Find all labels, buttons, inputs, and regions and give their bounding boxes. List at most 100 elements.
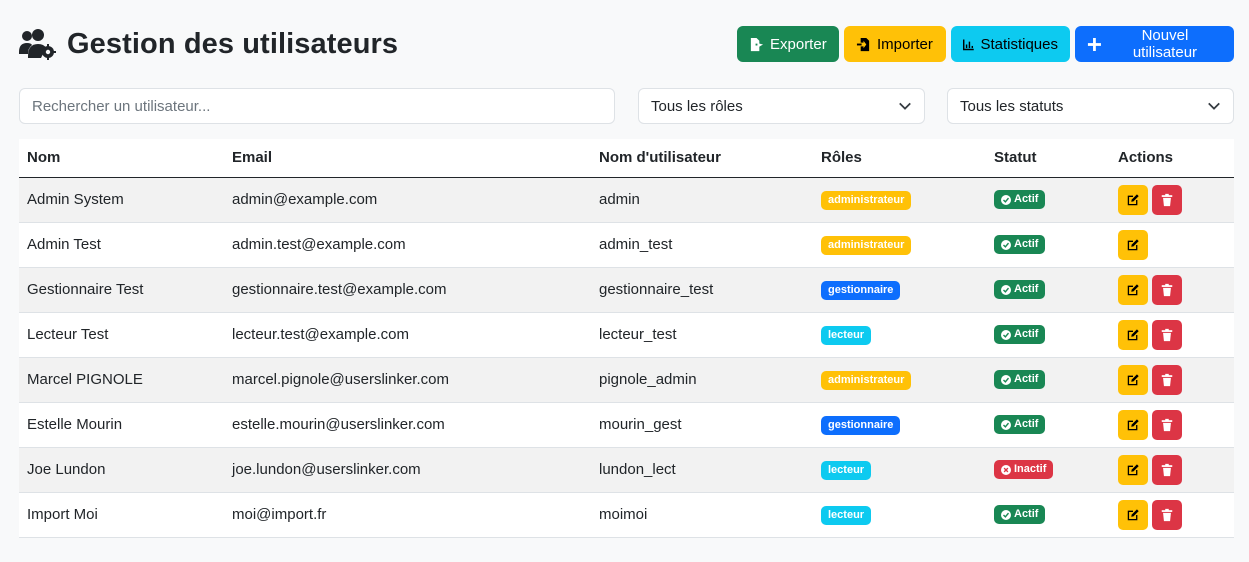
edit-user-button[interactable] bbox=[1118, 184, 1148, 215]
page-title: Gestion des utilisateurs bbox=[67, 27, 399, 60]
column-header-actions: Actions bbox=[1110, 139, 1234, 178]
statistics-label: Statistiques bbox=[980, 35, 1058, 53]
import-button[interactable]: Importer bbox=[844, 26, 946, 62]
chevron-down-icon bbox=[899, 102, 911, 110]
delete-user-button[interactable] bbox=[1152, 274, 1182, 305]
status-label: Actif bbox=[1014, 418, 1039, 430]
status-badge: Actif bbox=[994, 280, 1046, 299]
edit-user-button[interactable] bbox=[1118, 454, 1148, 485]
roles-select[interactable]: Tous les rôles bbox=[638, 88, 925, 124]
cell-nom: Admin System bbox=[19, 177, 224, 223]
row-actions bbox=[1118, 274, 1226, 305]
cell-email: marcel.pignole@userslinker.com bbox=[224, 357, 591, 403]
cell-actions bbox=[1110, 312, 1234, 358]
role-badge: lecteur bbox=[821, 460, 872, 480]
cell-status: Actif bbox=[986, 177, 1110, 223]
trash-icon bbox=[1161, 328, 1173, 341]
edit-user-button[interactable] bbox=[1118, 319, 1148, 350]
status-badge: Actif bbox=[994, 370, 1046, 389]
users-table-wrapper: Nom Email Nom d'utilisateur Rôles Statut… bbox=[19, 139, 1234, 538]
status-label: Actif bbox=[1014, 373, 1039, 385]
cell-status: Inactif bbox=[986, 447, 1110, 493]
status-badge: Actif bbox=[994, 190, 1046, 209]
roles-select-value: Tous les rôles bbox=[651, 97, 743, 115]
table-row: Estelle Mourin estelle.mourin@userslinker… bbox=[19, 402, 1234, 448]
cell-role: administrateur bbox=[813, 177, 986, 223]
status-select[interactable]: Tous les statuts bbox=[947, 88, 1234, 124]
cell-username: gestionnaire_test bbox=[591, 267, 813, 313]
users-table: Nom Email Nom d'utilisateur Rôles Statut… bbox=[19, 139, 1234, 538]
cell-email: admin@example.com bbox=[224, 177, 591, 223]
export-button[interactable]: Exporter bbox=[737, 26, 839, 62]
cell-nom: Lecteur Test bbox=[19, 312, 224, 358]
table-row: Admin System admin@example.com admin admini… bbox=[19, 177, 1234, 223]
cell-status: Actif bbox=[986, 267, 1110, 313]
cell-email: lecteur.test@example.com bbox=[224, 312, 591, 358]
statistics-button[interactable]: Statistiques bbox=[951, 26, 1070, 62]
cell-role: administrateur bbox=[813, 222, 986, 268]
x-circle-icon bbox=[1001, 464, 1011, 475]
edit-user-button[interactable] bbox=[1118, 409, 1148, 440]
role-badge: administrateur bbox=[821, 190, 912, 210]
trash-icon bbox=[1161, 508, 1173, 521]
cell-username: pignole_admin bbox=[591, 357, 813, 403]
cell-nom: Marcel PIGNOLE bbox=[19, 357, 224, 403]
cell-email: joe.lundon@userslinker.com bbox=[224, 447, 591, 493]
delete-user-button[interactable] bbox=[1152, 319, 1182, 350]
edit-user-button[interactable] bbox=[1118, 229, 1148, 260]
edit-user-button[interactable] bbox=[1118, 364, 1148, 395]
column-header-nom: Nom bbox=[19, 139, 224, 178]
check-circle-icon bbox=[1001, 239, 1011, 250]
cell-nom: Joe Lundon bbox=[19, 447, 224, 493]
cell-username: lundon_lect bbox=[591, 447, 813, 493]
trash-icon bbox=[1161, 373, 1173, 386]
trash-icon bbox=[1161, 283, 1173, 296]
trash-icon bbox=[1161, 193, 1173, 206]
row-actions bbox=[1118, 454, 1226, 485]
delete-user-button[interactable] bbox=[1152, 184, 1182, 215]
status-label: Actif bbox=[1014, 283, 1039, 295]
delete-user-button[interactable] bbox=[1152, 409, 1182, 440]
export-label: Exporter bbox=[770, 35, 827, 53]
delete-user-button[interactable] bbox=[1152, 499, 1182, 530]
edit-user-button[interactable] bbox=[1118, 274, 1148, 305]
row-actions bbox=[1118, 184, 1226, 215]
cell-nom: Gestionnaire Test bbox=[19, 267, 224, 313]
table-row: Joe Lundon joe.lundon@userslinker.com lund… bbox=[19, 447, 1234, 493]
delete-user-button[interactable] bbox=[1152, 454, 1182, 485]
cell-actions bbox=[1110, 402, 1234, 448]
role-badge: lecteur bbox=[821, 325, 872, 345]
cell-username: admin bbox=[591, 177, 813, 223]
check-circle-icon bbox=[1001, 419, 1011, 430]
import-label: Importer bbox=[877, 35, 933, 53]
row-actions bbox=[1118, 409, 1226, 440]
column-header-email: Email bbox=[224, 139, 591, 178]
file-export-icon bbox=[750, 37, 764, 51]
search-input[interactable] bbox=[19, 88, 615, 124]
cell-role: lecteur bbox=[813, 492, 986, 538]
table-body: Admin System admin@example.com admin admini… bbox=[19, 177, 1234, 538]
edit-icon bbox=[1127, 238, 1139, 250]
cell-email: admin.test@example.com bbox=[224, 222, 591, 268]
delete-user-button[interactable] bbox=[1152, 364, 1182, 395]
cell-actions bbox=[1110, 447, 1234, 493]
row-actions bbox=[1118, 319, 1226, 350]
edit-user-button[interactable] bbox=[1118, 499, 1148, 530]
check-circle-icon bbox=[1001, 509, 1011, 520]
cell-email: moi@import.fr bbox=[224, 492, 591, 538]
role-badge: gestionnaire bbox=[821, 415, 901, 435]
cell-status: Actif bbox=[986, 492, 1110, 538]
table-row: Lecteur Test lecteur.test@example.com lect… bbox=[19, 312, 1234, 358]
edit-icon bbox=[1127, 193, 1139, 205]
file-import-icon bbox=[856, 37, 870, 51]
new-user-button[interactable]: Nouvel utilisateur bbox=[1075, 26, 1234, 62]
check-circle-icon bbox=[1001, 329, 1011, 340]
cell-username: admin_test bbox=[591, 222, 813, 268]
row-actions bbox=[1118, 499, 1226, 530]
role-badge: administrateur bbox=[821, 370, 912, 390]
cell-status: Actif bbox=[986, 402, 1110, 448]
cell-nom: Admin Test bbox=[19, 222, 224, 268]
title-wrap: Gestion des utilisateurs bbox=[19, 28, 398, 61]
cell-role: gestionnaire bbox=[813, 402, 986, 448]
cell-email: gestionnaire.test@example.com bbox=[224, 267, 591, 313]
